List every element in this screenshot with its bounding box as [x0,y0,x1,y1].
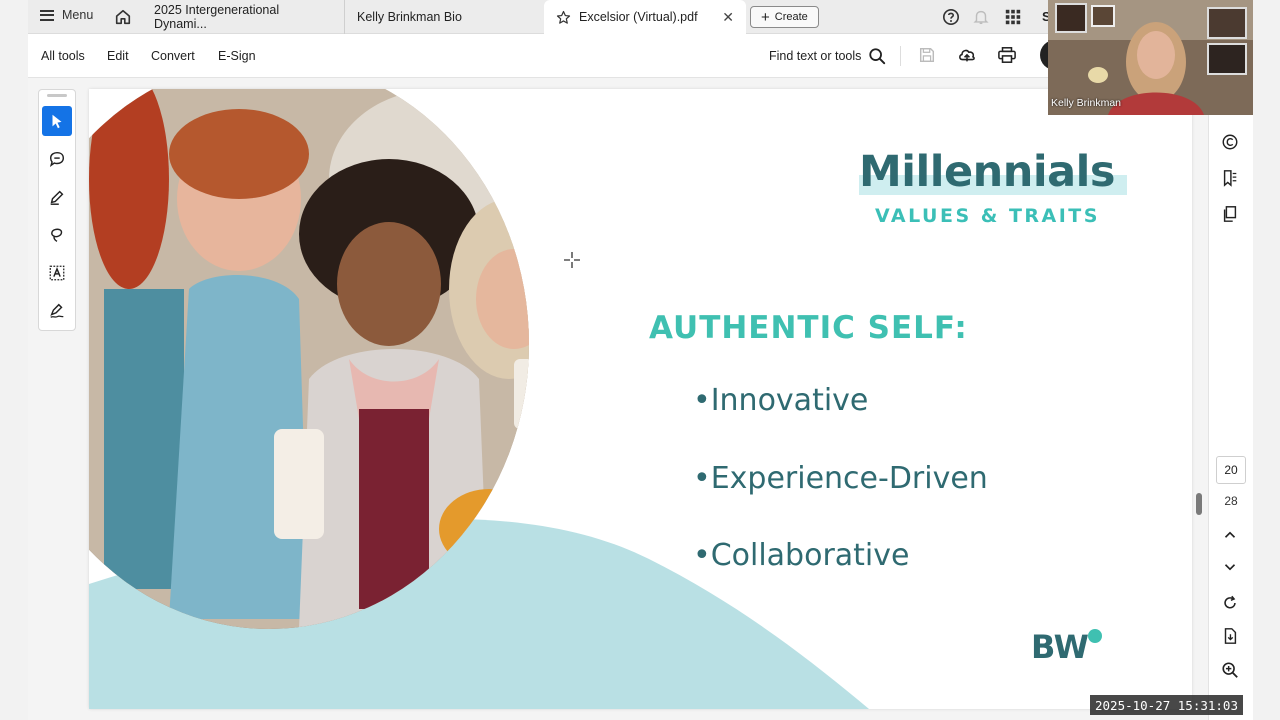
slide-subtitle: VALUES & TRAITS [875,205,1100,227]
hamburger-icon [40,9,54,21]
zoom-in-icon[interactable] [1221,661,1239,679]
title-block: Millennials [859,147,1129,197]
participant-name: Kelly Brinkman [1051,97,1122,109]
home-icon[interactable] [114,8,132,26]
print-icon[interactable] [997,46,1017,64]
comment-icon [49,151,65,168]
all-tools-button[interactable]: All tools [41,49,85,63]
bullet-item: •Experience-Driven [693,461,988,496]
sign-tool-button[interactable] [42,296,72,326]
edit-button[interactable]: Edit [107,49,129,63]
bell-icon[interactable] [972,8,990,26]
chevron-down-icon[interactable] [1221,558,1239,576]
create-button[interactable]: + Create [750,6,819,28]
ai-assistant-icon[interactable] [1221,133,1239,151]
highlight-tool-button[interactable] [42,182,72,212]
current-page-input[interactable]: 20 [1216,456,1246,484]
total-pages: 28 [1224,494,1238,508]
lasso-icon [51,228,63,242]
tab-excelsior-active[interactable]: Excelsior (Virtual).pdf ✕ [544,0,746,34]
participant-video: Kelly Brinkman [1048,0,1253,115]
svg-text:BW: BW [1031,628,1089,663]
text-tool-button[interactable] [42,258,72,288]
tab-kelly-bio[interactable]: Kelly Brinkman Bio [344,0,534,34]
tab-label: Kelly Brinkman Bio [357,10,462,24]
convert-button[interactable]: Convert [151,49,195,63]
save-icon[interactable] [918,46,936,64]
screen-edge-right [1253,0,1280,720]
signature-pen-icon [50,303,64,318]
draw-tool-button[interactable] [42,220,72,250]
text-box-icon [49,265,65,281]
menu-label: Menu [62,8,94,22]
right-panel-rail: 20 28 [1208,115,1250,720]
bw-logo: BW [1031,628,1102,663]
rail-grip-handle[interactable] [47,94,67,97]
bookmark-icon[interactable] [1221,169,1239,187]
crosshair-cursor-icon [564,252,580,268]
screen-edge-left [0,0,28,720]
cursor-arrow-icon [52,114,62,129]
select-tool-button[interactable] [42,106,72,136]
cloud-upload-icon[interactable] [957,45,977,65]
menu-button[interactable]: Menu [40,8,93,22]
search-icon[interactable] [868,47,886,65]
comment-tool-button[interactable] [42,144,72,174]
bullet-item: •Innovative [693,383,869,418]
bullet-item: •Collaborative [693,538,910,573]
apps-grid-icon[interactable] [1004,8,1022,26]
help-icon[interactable] [942,8,960,26]
section-heading: AUTHENTIC SELF: [649,310,968,346]
slide-title: Millennials [859,147,1116,197]
tab-label: 2025 Intergenerational Dynami... [154,3,280,31]
tab-label: Excelsior (Virtual).pdf [579,10,698,24]
extract-page-icon[interactable] [1221,627,1239,645]
chevron-up-icon[interactable] [1221,526,1239,544]
create-label: Create [774,11,808,23]
plus-icon: + [761,8,770,26]
close-tab-icon[interactable]: ✕ [722,9,734,26]
pages-icon[interactable] [1221,205,1239,223]
esign-button[interactable]: E-Sign [218,49,256,63]
recording-timestamp: 2025-10-27 15:31:03 [1090,695,1243,715]
find-text-button[interactable]: Find text or tools [769,49,861,63]
pdf-slide: Millennials VALUES & TRAITS AUTHENTIC SE… [89,89,1192,709]
rotate-icon[interactable] [1221,594,1239,612]
toolbar-divider [900,46,901,66]
annotation-tool-rail [38,89,76,331]
pen-icon [50,190,64,205]
vertical-scrollbar-thumb[interactable] [1196,493,1202,515]
tab-intergenerational[interactable]: 2025 Intergenerational Dynami... [142,0,342,34]
star-icon[interactable] [556,10,571,25]
